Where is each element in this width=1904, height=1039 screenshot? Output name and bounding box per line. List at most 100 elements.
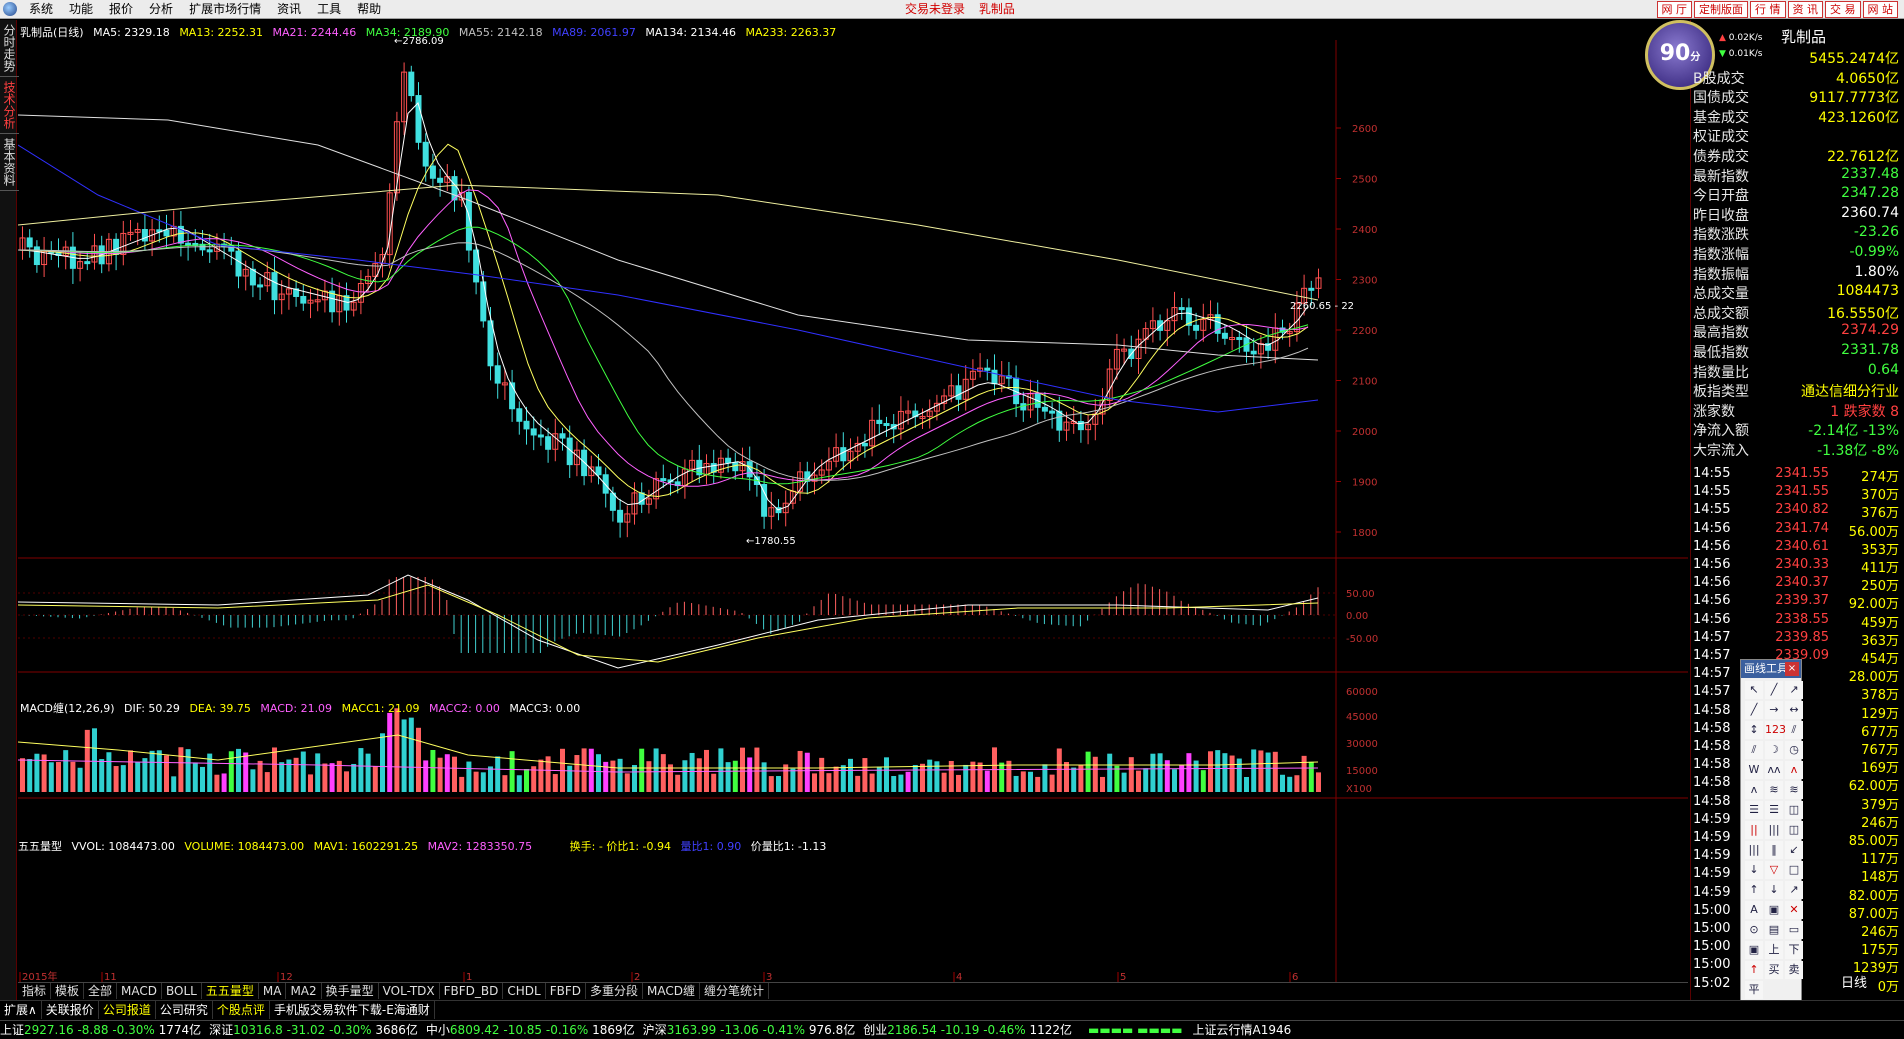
indicator-tab[interactable]: MACD缠 [643,983,700,999]
info-link[interactable]: 公司报道 [99,1001,156,1019]
indicator-tab[interactable]: VOL-TDX [379,983,440,999]
indicator-tab[interactable]: CHDL [503,983,546,999]
indicator-tab[interactable]: 指标 [18,983,52,999]
drawing-tool-button[interactable]: W [1745,761,1763,779]
volume-bar [1078,764,1084,792]
info-link[interactable]: 扩展∧ [0,1001,42,1019]
menu-analysis[interactable]: 分析 [141,0,181,19]
drawing-tool-button[interactable]: ‖ [1765,841,1783,859]
drawing-tool-button[interactable]: ʌ [1785,761,1803,779]
tab-fundamentals[interactable]: 基本资料 [0,134,19,191]
tab-intraday[interactable]: 分时走势 [0,20,19,77]
drawing-tool-button[interactable]: 买 [1765,961,1783,979]
index-ticker[interactable]: 中小6809.42 -10.85 -0.16% 1869亿 [426,1021,635,1039]
drawing-tool-button[interactable]: 123 [1765,721,1786,739]
drawing-tool-button[interactable]: || [1745,821,1763,839]
index-ticker[interactable]: 上证2927.16 -8.88 -0.30% 1774亿 [0,1021,201,1039]
menu-help[interactable]: 帮助 [349,0,389,19]
menu-news[interactable]: 资讯 [269,0,309,19]
indicator-tab[interactable]: 模板 [51,983,85,999]
drawing-tool-button[interactable]: ||| [1765,821,1783,839]
indicator-tab[interactable]: 缠分笔统计 [700,983,769,999]
drawing-tool-button[interactable]: ↗ [1785,681,1803,699]
market-button[interactable]: 行 情 [1750,1,1786,18]
drawing-tool-button[interactable]: ↖ [1745,681,1763,699]
drawing-tool-button[interactable]: □ [1785,861,1803,879]
indicator-tab[interactable]: MACD [117,983,163,999]
drawing-tool-button[interactable]: 卖 [1785,961,1803,979]
info-link[interactable]: 公司研究 [156,1001,213,1019]
drawing-tool-button[interactable]: ↗ [1785,881,1803,899]
quote-label: 涨家数 [1693,403,1735,420]
drawing-tool-button[interactable]: → [1765,701,1783,719]
drawing-tool-button[interactable]: ↙ [1785,841,1803,859]
index-ticker[interactable]: 深证10316.8 -31.02 -0.30% 3686亿 [209,1021,418,1039]
drawing-tool-button[interactable]: ◫ [1785,821,1803,839]
drawing-tool-button[interactable]: ☽ [1765,741,1783,759]
kline-chart-area[interactable]: 2600 2500 2400 2300 2200 2100 2000 1900 1800 50.0… [18,20,1688,1000]
drawing-tool-button[interactable]: ≋ [1785,781,1803,799]
drawing-tool-button[interactable]: ▭ [1785,921,1803,939]
drawing-tool-button[interactable]: ||| [1745,841,1763,859]
drawing-tool-button[interactable]: ⊙ [1745,921,1763,939]
drawing-tool-button[interactable]: ⫽ [1745,741,1763,759]
menu-tools[interactable]: 工具 [309,0,349,19]
drawing-tool-button[interactable]: ↑ [1745,961,1763,979]
indicator-tab[interactable]: MA2 [286,983,322,999]
drawing-tool-button[interactable]: ▣ [1765,901,1783,919]
drawing-tool-button[interactable]: ⫽ [1785,721,1803,739]
hall-button[interactable]: 网 厅 [1656,1,1692,18]
tab-technical[interactable]: 技术分析 [0,77,19,134]
drawing-tool-button[interactable]: ◫ [1785,801,1803,819]
drawing-tool-button[interactable]: ╱ [1765,681,1783,699]
indicator-tab[interactable]: 五五量型 [202,983,259,999]
indicator-tab[interactable]: FBFD [546,983,586,999]
indicator-tab[interactable]: 换手量型 [322,983,379,999]
info-button[interactable]: 资 讯 [1787,1,1823,18]
drawing-tool-button[interactable]: ▽ [1765,861,1783,879]
close-icon[interactable]: × [1785,662,1799,676]
drawing-tool-button[interactable]: ☰ [1765,801,1783,819]
trade-login-status[interactable]: 交易未登录 [905,2,965,16]
indicator-tab[interactable]: 全部 [84,983,118,999]
menu-system[interactable]: 系统 [21,0,61,19]
drawing-tool-button[interactable]: ▤ [1765,921,1783,939]
macd-value: MACD: 21.09 [260,702,333,715]
info-link[interactable]: 关联报价 [42,1001,99,1019]
drawing-tool-button[interactable]: ↓ [1745,861,1763,879]
index-ticker[interactable]: 沪深3163.99 -13.06 -0.41% 976.8亿 [643,1021,856,1039]
website-button[interactable]: 网 站 [1862,1,1898,18]
drawing-tool-button[interactable]: ▣ [1745,941,1763,959]
drawing-tool-button[interactable]: ʌʌ [1765,761,1783,779]
drawing-tool-button[interactable]: ↕ [1745,721,1763,739]
drawing-tool-button[interactable]: ≋ [1765,781,1783,799]
drawing-tool-button[interactable]: ◷ [1785,741,1803,759]
period-label[interactable]: 日线 [1841,972,1867,991]
drawing-tool-button[interactable]: ☰ [1745,801,1763,819]
drawing-tool-button[interactable]: ↔ [1785,701,1803,719]
custom-layout-button[interactable]: 定制版面 [1694,1,1748,18]
drawing-tool-button[interactable]: ╱ [1745,701,1763,719]
drawing-tool-button[interactable]: 平 [1745,981,1763,999]
drawing-tool-button[interactable]: ↓ [1765,881,1783,899]
drawing-tool-button[interactable]: ʌ [1745,781,1763,799]
menu-ext-market[interactable]: 扩展市场行情 [181,0,269,19]
drawing-tool-button[interactable]: 上 [1765,941,1783,959]
quote-label: 昨日收盘 [1693,207,1749,224]
info-link[interactable]: 手机版交易软件下载-E海通财 [270,1001,435,1019]
drawing-tool-button[interactable]: 下 [1785,941,1803,959]
drawing-tool-button[interactable]: ↑ [1745,881,1763,899]
current-security: 乳制品 [978,2,1015,16]
indicator-tab[interactable]: 多重分段 [586,983,643,999]
indicator-tab[interactable]: BOLL [162,983,202,999]
info-link[interactable]: 个股点评 [213,1001,270,1019]
menu-function[interactable]: 功能 [61,0,101,19]
indicator-tab[interactable]: MA [259,983,287,999]
trade-button[interactable]: 交 易 [1825,1,1861,18]
indicator-tab[interactable]: FBFD_BD [440,983,504,999]
drawing-tool-button[interactable]: ✕ [1785,901,1803,919]
index-ticker[interactable]: 创业2186.54 -10.19 -0.46% 1122亿 [863,1021,1072,1039]
menu-quote[interactable]: 报价 [101,0,141,19]
drawing-tools-title[interactable]: 画线工具 × [1741,660,1801,678]
drawing-tool-button[interactable]: A [1745,901,1763,919]
